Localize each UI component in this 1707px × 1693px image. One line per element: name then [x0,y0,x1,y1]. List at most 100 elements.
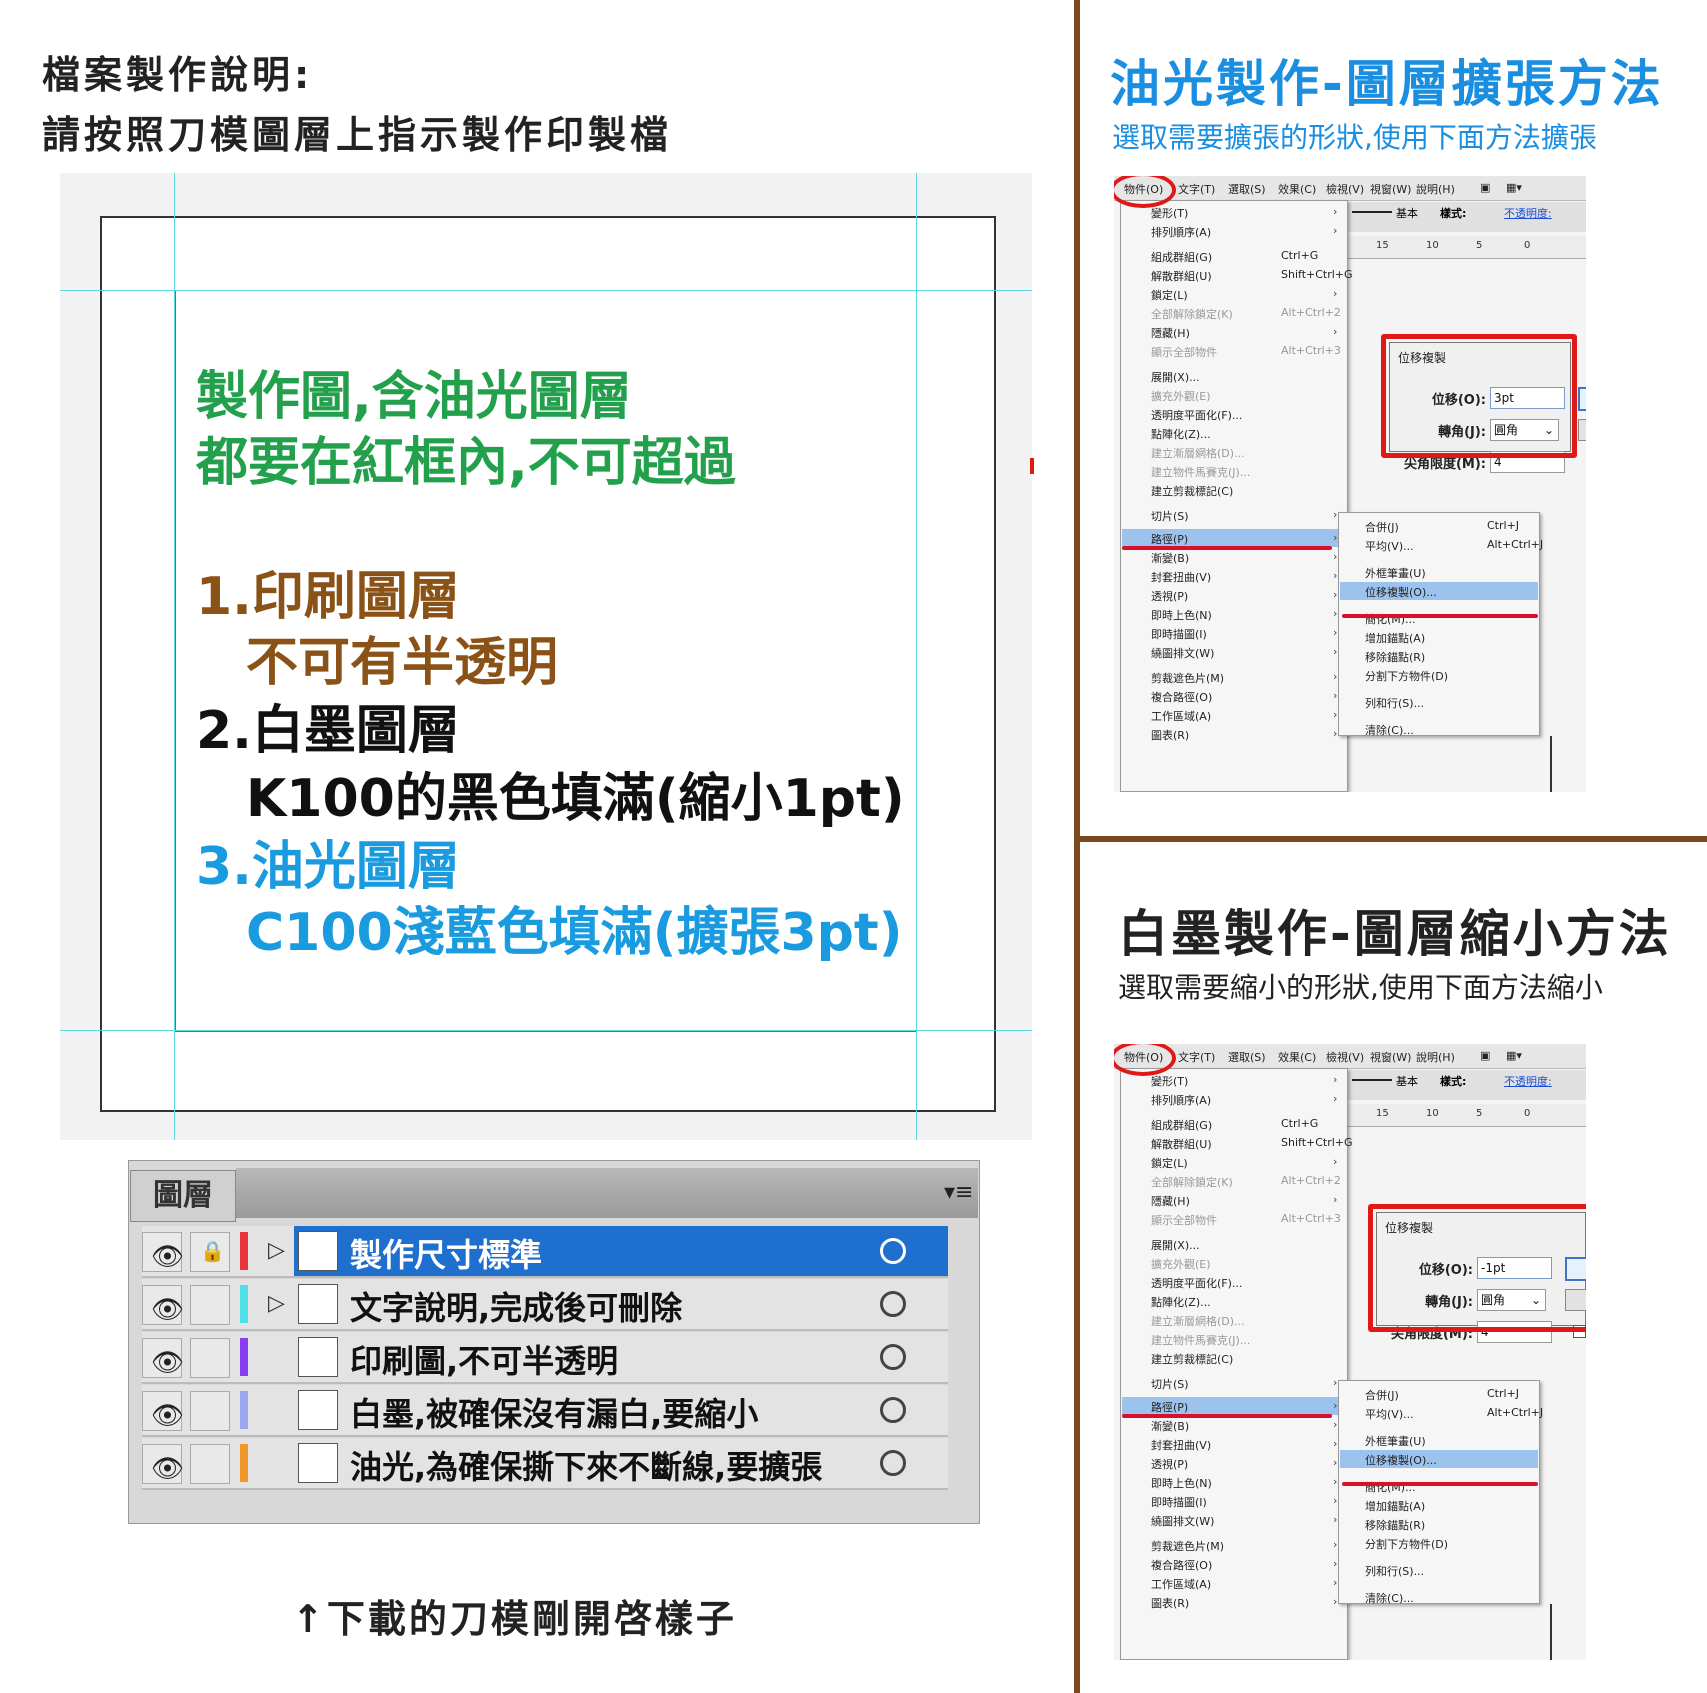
expand-triangle-icon[interactable]: ▷ [268,1238,285,1263]
menubar-item[interactable]: 說明(H) [1416,181,1455,197]
cancel-button[interactable]: 取消 [1578,419,1586,441]
menu-item[interactable]: 複合路徑(O) [1151,689,1212,705]
layer-name-area[interactable]: 印刷圖,不可半透明 [294,1332,948,1382]
menu-item[interactable]: 鎖定(L) [1151,1155,1188,1171]
menu-item[interactable]: 圖表(R) [1151,1595,1189,1611]
target-circle-icon[interactable] [880,1450,906,1476]
menu-item[interactable]: 建立漸層網格(D)... [1151,445,1245,461]
menu-item[interactable]: 解散群組(U) [1151,268,1212,284]
menu-item[interactable]: 漸變(B) [1151,1418,1189,1434]
menu-item[interactable]: 漸變(B) [1151,550,1189,566]
submenu-item[interactable]: 分割下方物件(D) [1365,668,1448,684]
menu-item[interactable]: 路徑(P) [1151,531,1188,547]
menu-item[interactable]: 透明度平面化(F)... [1151,407,1242,423]
visibility-toggle[interactable]: 👁 [142,1232,184,1272]
submenu-item[interactable]: 合併(J) [1365,1387,1399,1403]
menu-item[interactable]: 解散群組(U) [1151,1136,1212,1152]
menu-item[interactable]: 切片(S) [1151,1376,1189,1392]
menu-item[interactable]: 點陣化(Z)... [1151,1294,1211,1310]
submenu-item[interactable]: 列和行(S)... [1365,695,1424,711]
menu-item[interactable]: 顯示全部物件 [1151,1212,1217,1228]
submenu-item[interactable]: 分割下方物件(D) [1365,1536,1448,1552]
menu-item[interactable]: 排列順序(A) [1151,224,1211,240]
menu-item[interactable]: 剪裁遮色片(M) [1151,1538,1224,1554]
menu-item[interactable]: 工作區域(A) [1151,1576,1211,1592]
layer-row[interactable]: 👁 白墨,被確保沒有漏白,要縮小 [142,1385,948,1437]
menu-item[interactable]: 即時上色(N) [1151,607,1212,623]
menu-item[interactable]: 變形(T) [1151,1073,1188,1089]
menu-item[interactable]: 點陣化(Z)... [1151,426,1211,442]
ok-button[interactable]: 確定 [1578,387,1586,411]
menu-item[interactable]: 封套扭曲(V) [1151,1437,1211,1453]
menubar-item[interactable]: 說明(H) [1416,1049,1455,1065]
menu-item[interactable]: 建立剪裁標記(C) [1151,483,1233,499]
lock-toggle[interactable] [190,1285,230,1325]
menubar-item[interactable]: 效果(C) [1278,181,1316,197]
menu-item[interactable]: 建立物件馬賽克(J)... [1151,1332,1250,1348]
menu-item[interactable]: 全部解除鎖定(K) [1151,306,1233,322]
menu-item[interactable]: 即時上色(N) [1151,1475,1212,1491]
menubar-item[interactable]: 選取(S) [1228,181,1266,197]
menu-item[interactable]: 透視(P) [1151,588,1188,604]
menu-item[interactable]: 透明度平面化(F)... [1151,1275,1242,1291]
target-circle-icon[interactable] [880,1238,906,1264]
visibility-toggle[interactable]: 👁 [142,1444,184,1484]
submenu-item[interactable]: 合併(J) [1365,519,1399,535]
visibility-toggle[interactable]: 👁 [142,1391,184,1431]
target-circle-icon[interactable] [880,1344,906,1370]
menubar-item[interactable]: 選取(S) [1228,1049,1266,1065]
opacity-link[interactable]: 不透明度: [1504,1073,1552,1089]
menu-item[interactable]: 建立剪裁標記(C) [1151,1351,1233,1367]
lock-toggle[interactable] [190,1338,230,1378]
submenu-item[interactable]: 位移複製(O)... [1365,584,1437,600]
lock-toggle[interactable] [190,1391,230,1431]
layer-name-area[interactable]: 文字說明,完成後可刪除 [294,1279,948,1329]
menu-item[interactable]: 組成群組(G) [1151,1117,1212,1133]
menu-item[interactable]: 繞圖排文(W) [1151,645,1214,661]
tab-layers[interactable]: 圖層 [130,1170,236,1222]
menu-item[interactable]: 路徑(P) [1151,1399,1188,1415]
submenu-item[interactable]: 移除錨點(R) [1365,1517,1425,1533]
submenu-item[interactable]: 清除(C)... [1365,1590,1414,1606]
stroke-style[interactable]: 基本 [1396,205,1418,221]
menu-item[interactable]: 即時描圖(I) [1151,1494,1207,1510]
menu-item[interactable]: 圖表(R) [1151,727,1189,743]
opacity-link[interactable]: 不透明度: [1504,205,1552,221]
panel-menu-icon[interactable]: ▾≡ [944,1180,973,1205]
menu-item[interactable]: 排列順序(A) [1151,1092,1211,1108]
menu-item[interactable]: 顯示全部物件 [1151,344,1217,360]
layer-row[interactable]: 👁 🔒 ▷ 製作尺寸標準 [142,1226,948,1278]
visibility-toggle[interactable]: 👁 [142,1285,184,1325]
menu-item[interactable]: 變形(T) [1151,205,1188,221]
arrange-docs-icon[interactable]: ▦▾ [1506,181,1522,194]
lock-toggle[interactable]: 🔒 [190,1232,230,1272]
menu-item[interactable]: 建立物件馬賽克(J)... [1151,464,1250,480]
menubar-item[interactable]: 檢視(V) [1326,1049,1364,1065]
menu-item[interactable]: 切片(S) [1151,508,1189,524]
menubar-item[interactable]: 檢視(V) [1326,181,1364,197]
visibility-toggle[interactable]: 👁 [142,1338,184,1378]
menubar-item[interactable]: 文字(T) [1178,181,1215,197]
submenu-item[interactable]: 平均(V)... [1365,538,1414,554]
menu-item[interactable]: 複合路徑(O) [1151,1557,1212,1573]
menu-item[interactable]: 全部解除鎖定(K) [1151,1174,1233,1190]
menubar-item[interactable]: 視窗(W) [1370,1049,1411,1065]
bridge-icon[interactable]: ▣ [1480,181,1490,194]
layer-row[interactable]: 👁 ▷ 文字說明,完成後可刪除 [142,1279,948,1331]
submenu-item[interactable]: 位移複製(O)... [1365,1452,1437,1468]
menu-item[interactable]: 繞圖排文(W) [1151,1513,1214,1529]
menu-item[interactable]: 即時描圖(I) [1151,626,1207,642]
arrange-docs-icon[interactable]: ▦▾ [1506,1049,1522,1062]
layer-row[interactable]: 👁 油光,為確保撕下來不斷線,要擴張 [142,1438,948,1490]
submenu-item[interactable]: 增加錨點(A) [1365,1498,1425,1514]
expand-triangle-icon[interactable]: ▷ [268,1291,285,1316]
menu-item[interactable]: 透視(P) [1151,1456,1188,1472]
menu-item[interactable]: 展開(X)... [1151,369,1200,385]
submenu-item[interactable]: 列和行(S)... [1365,1563,1424,1579]
layer-name-area[interactable]: 油光,為確保撕下來不斷線,要擴張 [294,1438,948,1488]
menu-item[interactable]: 建立漸層網格(D)... [1151,1313,1245,1329]
target-circle-icon[interactable] [880,1291,906,1317]
target-circle-icon[interactable] [880,1397,906,1423]
menu-item[interactable]: 剪裁遮色片(M) [1151,670,1224,686]
menu-item[interactable]: 工作區域(A) [1151,708,1211,724]
